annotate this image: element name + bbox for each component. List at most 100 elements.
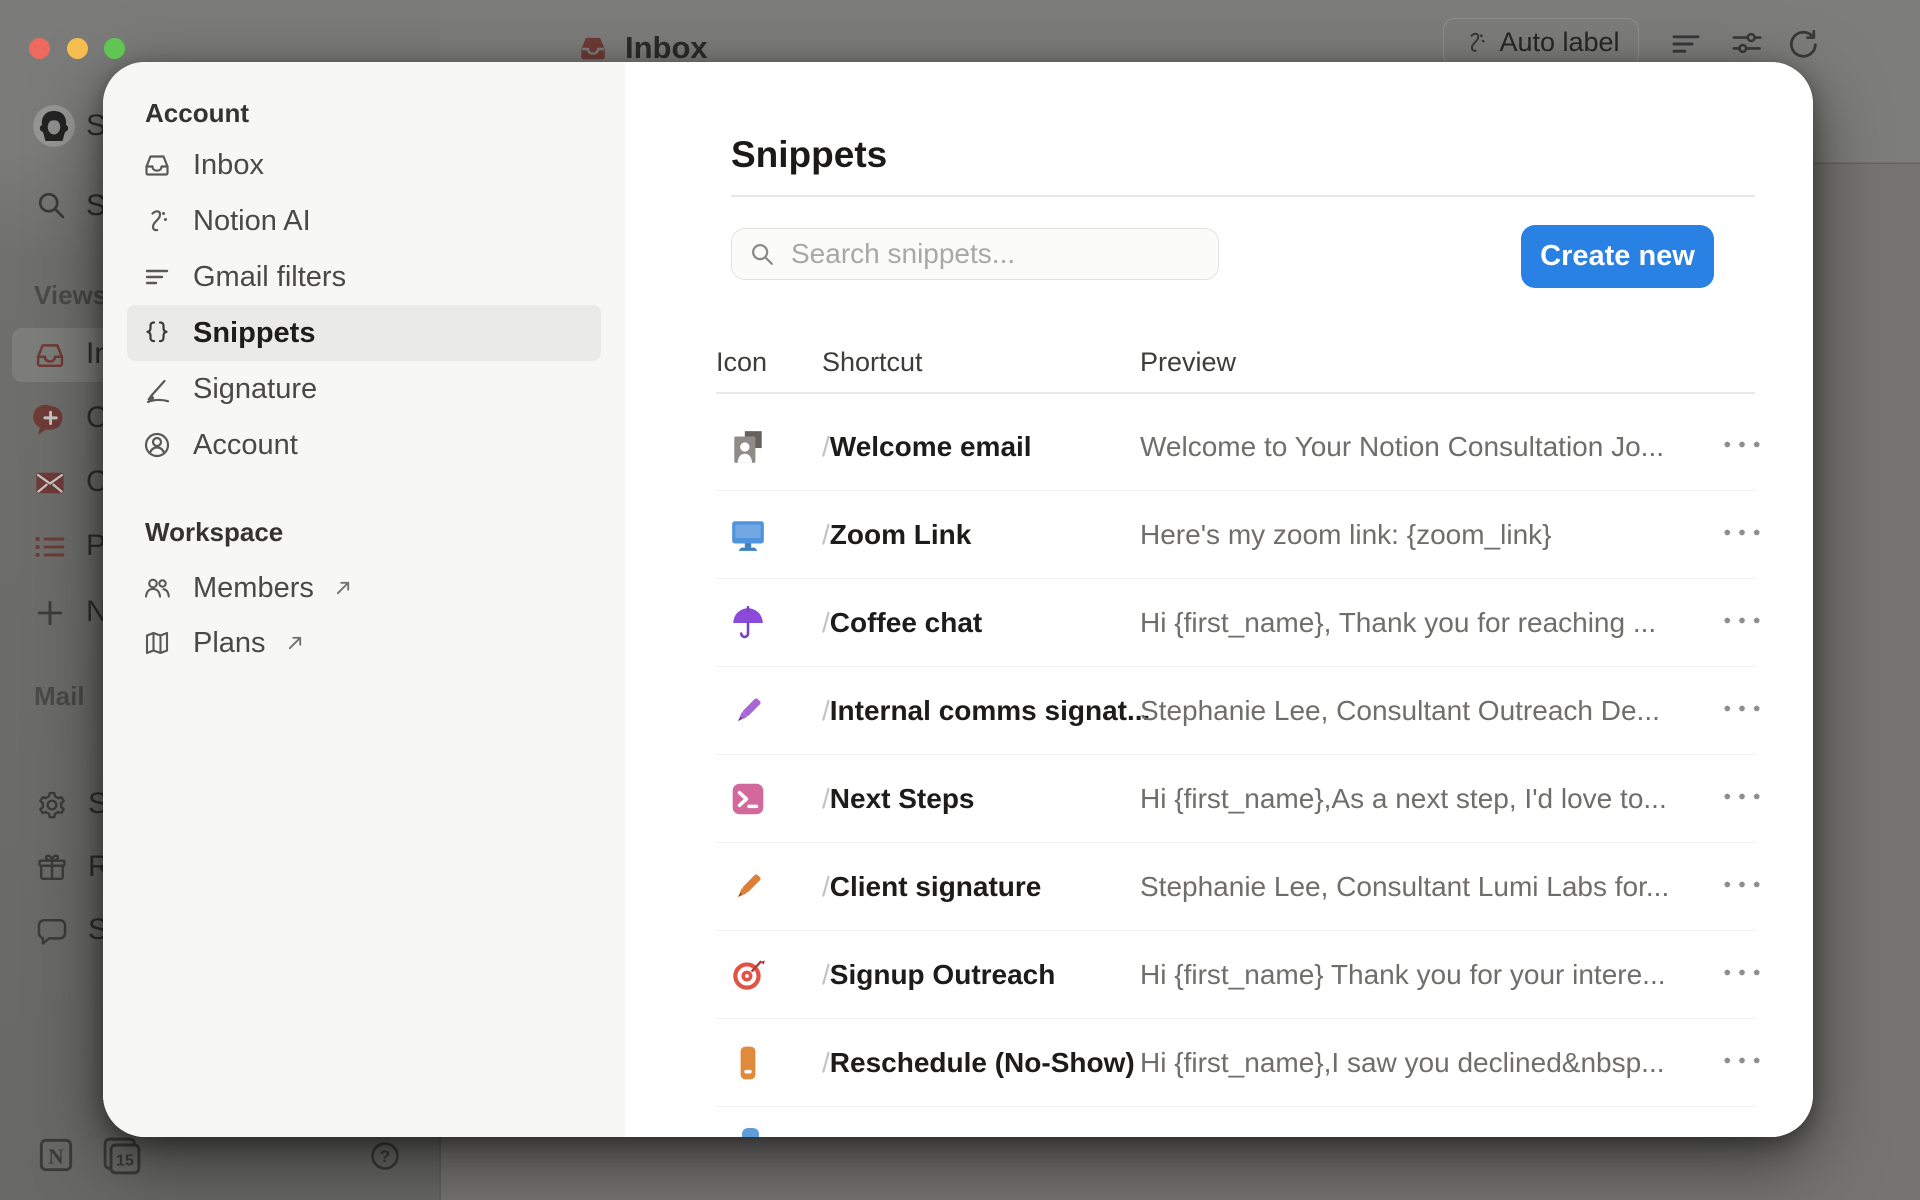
slash-prefix: / — [822, 1047, 830, 1078]
notebook-icon — [729, 1044, 767, 1082]
help-icon[interactable]: ? — [368, 1139, 402, 1173]
snippet-shortcut: /Client signature — [822, 871, 1041, 903]
snippet-name: Signup Outreach — [830, 959, 1056, 990]
calendar-icon[interactable]: 15 — [100, 1134, 144, 1178]
account-icon — [142, 430, 172, 460]
slash-prefix: / — [822, 431, 830, 462]
snippet-row[interactable]: /Client signature Stephanie Lee, Consulta… — [625, 843, 1813, 931]
snippet-row[interactable]: /Zoom LinkHere's my zoom link: {zoom_lin… — [625, 491, 1813, 579]
snippet-shortcut: /Coffee chat — [822, 607, 982, 639]
sidebar-item-gmail-filters[interactable]: Gmail filters — [127, 249, 601, 305]
snippet-preview: Welcome to Your Notion Consultation Jo..… — [1140, 431, 1664, 463]
snippet-preview: Hi {first_name} Thank you for your inter… — [1140, 959, 1666, 991]
sidebar-item-label: Plans — [193, 627, 266, 660]
close-button[interactable] — [29, 38, 50, 59]
filter-lines-icon — [142, 262, 172, 292]
row-menu-button[interactable] — [1714, 693, 1770, 729]
page-title: Snippets — [731, 134, 887, 176]
snippet-name: Welcome email — [830, 431, 1032, 462]
list-icon — [33, 530, 67, 564]
minimize-button[interactable] — [67, 38, 88, 59]
avatar[interactable] — [33, 105, 75, 147]
snippet-row[interactable]: /Internal comms signat...Stephanie Lee, … — [625, 667, 1813, 755]
inbox-icon — [33, 338, 67, 372]
snippet-name: Next Steps — [830, 783, 975, 814]
snippet-preview: Stephanie Lee, Consultant Lumi Labs for.… — [1140, 871, 1669, 903]
slash-prefix: / — [822, 871, 830, 902]
notion-logo-icon[interactable]: N — [36, 1135, 76, 1175]
envelope-icon — [33, 466, 67, 500]
sidebar-item-notion-ai[interactable]: Notion AI — [127, 193, 601, 249]
plus-icon — [33, 596, 67, 630]
snippet-name: Client signature — [830, 871, 1042, 902]
snippet-name: Reschedule (No-Show) — [830, 1047, 1135, 1078]
auto-label-button[interactable]: Auto label — [1443, 18, 1639, 67]
partial-next-row-icon — [742, 1128, 759, 1137]
create-new-button[interactable]: Create new — [1521, 225, 1714, 288]
row-menu-button[interactable] — [1714, 429, 1770, 465]
screen: Inbox Auto label S S Views InCCPN Mail S… — [0, 0, 1920, 1200]
row-menu-button[interactable] — [1714, 605, 1770, 641]
snippet-shortcut: /Zoom Link — [822, 519, 971, 551]
ellipsis-icon — [1721, 966, 1763, 984]
umbrella-icon — [729, 604, 767, 642]
ellipsis-icon — [1721, 702, 1763, 720]
target-icon — [729, 956, 767, 994]
settings-modal: Account InboxNotion AI Gmail filters Snippe… — [103, 62, 1813, 1137]
snippet-name: Zoom Link — [830, 519, 972, 550]
external-link-icon — [282, 630, 308, 656]
chat-icon — [35, 914, 69, 948]
ellipsis-icon — [1721, 790, 1763, 808]
ellipsis-icon — [1721, 526, 1763, 544]
sidebar-item-label: Gmail filters — [193, 261, 346, 294]
snippet-row[interactable]: /Signup OutreachHi {first_name} Thank yo… — [625, 931, 1813, 1019]
row-menu-button[interactable] — [1714, 869, 1770, 905]
svg-text:?: ? — [380, 1147, 390, 1166]
snippet-shortcut: /Reschedule (No-Show) — [822, 1047, 1135, 1079]
snippet-row[interactable]: /Reschedule (No-Show)Hi {first_name},I s… — [625, 1019, 1813, 1107]
slash-prefix: / — [822, 783, 830, 814]
sidebar-item-label: Account — [193, 429, 298, 462]
snippet-preview: Hi {first_name},As a next step, I'd love… — [1140, 783, 1667, 815]
filter-icon[interactable] — [1668, 26, 1704, 62]
snippet-row[interactable]: /Welcome email Welcome to Your Notion Con… — [625, 403, 1813, 491]
row-menu-button[interactable] — [1714, 1045, 1770, 1081]
snippet-table: /Welcome emailWelcome to Your Notion Con… — [625, 393, 1813, 1137]
contact-photo-icon — [729, 428, 767, 466]
external-link-icon — [330, 575, 356, 601]
search-input[interactable] — [789, 237, 1193, 271]
map-icon — [142, 628, 172, 658]
terminal-icon — [729, 780, 767, 818]
snippet-row[interactable]: /Coffee chat Hi {first_name}, Thank you f… — [625, 579, 1813, 667]
auto-label-text: Auto label — [1499, 27, 1619, 58]
search-icon[interactable] — [34, 188, 68, 222]
slash-prefix: / — [822, 519, 830, 550]
row-menu-button[interactable] — [1714, 517, 1770, 553]
sidebar-item-inbox[interactable]: Inbox — [127, 137, 601, 193]
inbox-icon — [577, 32, 609, 64]
sidebar-section-label: Workspace — [145, 517, 283, 548]
mail-section-label: Mail — [34, 681, 85, 712]
sidebar-item-label: Members — [193, 572, 314, 605]
snippet-shortcut: /Next Steps — [822, 783, 975, 815]
signature-icon — [142, 374, 172, 404]
ellipsis-icon — [1721, 438, 1763, 456]
snippet-name: Coffee chat — [830, 607, 982, 638]
snippet-preview: Hi {first_name}, Thank you for reaching … — [1140, 607, 1656, 639]
sidebar-item-members[interactable]: Members — [127, 560, 601, 616]
members-icon — [142, 573, 172, 603]
chat-add-icon — [33, 402, 67, 436]
snippet-row[interactable]: /Next Steps Hi {first_name},As a next ste… — [625, 755, 1813, 843]
row-menu-button[interactable] — [1714, 781, 1770, 817]
sidebar-item-signature[interactable]: Signature — [127, 361, 601, 417]
sidebar-item-plans[interactable]: Plans — [127, 615, 601, 671]
ellipsis-icon — [1721, 878, 1763, 896]
zoom-button[interactable] — [104, 38, 125, 59]
sliders-icon[interactable] — [1729, 25, 1765, 61]
row-menu-button[interactable] — [1714, 957, 1770, 993]
sidebar-item-account[interactable]: Account — [127, 417, 601, 473]
snippet-shortcut: /Internal comms signat... — [822, 695, 1150, 727]
ellipsis-icon — [1721, 1054, 1763, 1072]
refresh-icon[interactable] — [1785, 26, 1821, 62]
sidebar-item-snippets[interactable]: Snippets — [127, 305, 601, 361]
